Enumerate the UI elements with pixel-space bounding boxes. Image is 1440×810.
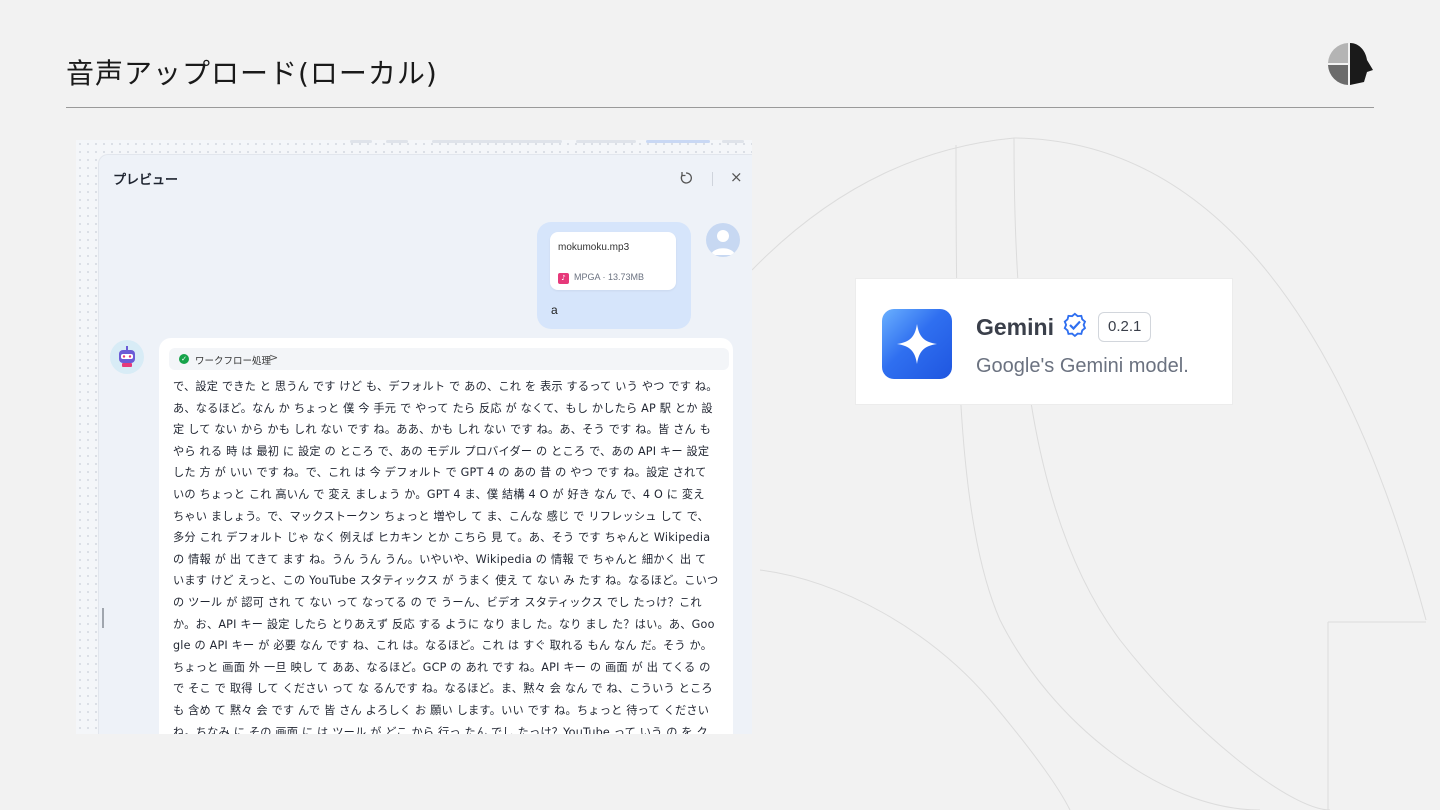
file-meta: MPGA · 13.73MB xyxy=(574,272,645,282)
bot-avatar xyxy=(110,340,144,374)
plugin-description: Google's Gemini model. xyxy=(976,355,1189,377)
chevron-right-icon: > xyxy=(269,351,279,364)
top-toolbar-strip xyxy=(346,140,746,144)
sparkle-icon xyxy=(897,324,937,364)
workflow-label: ワークフロー処理 xyxy=(195,356,272,367)
audio-file-icon: ♪ xyxy=(558,273,569,284)
user-message-bubble: mokumoku.mp3 ♪ MPGA · 13.73MB a xyxy=(537,222,691,329)
attached-file-card[interactable]: mokumoku.mp3 ♪ MPGA · 13.73MB xyxy=(550,232,676,290)
plugin-name: Gemini xyxy=(976,314,1054,340)
bot-message-bubble: ✓ ワークフロー処理 > で、設定 できた と 思うん です けど も、デフォル… xyxy=(159,338,733,734)
verified-badge-icon xyxy=(1063,312,1087,338)
user-silhouette-icon xyxy=(711,230,735,255)
preview-screenshot: プレビュー × mokumoku.mp3 ♪ MPGA · 13.73MB a xyxy=(76,140,752,734)
slide-title: 音声アップロード(ローカル) xyxy=(66,57,438,90)
user-message-text: a xyxy=(551,303,558,317)
panel-title: プレビュー xyxy=(113,173,179,188)
gemini-plugin-card[interactable]: Gemini 0.2.1 Google's Gemini model. xyxy=(856,279,1232,404)
file-name: mokumoku.mp3 xyxy=(558,242,630,253)
transcript-text: で、設定 できた と 思うん です けど も、デフォルト で あの、これ を 表… xyxy=(173,380,719,734)
robot-icon xyxy=(119,346,135,367)
close-icon[interactable]: × xyxy=(730,168,743,186)
brand-logo-icon xyxy=(1328,43,1373,85)
version-badge: 0.2.1 xyxy=(1098,312,1152,342)
scroll-marker xyxy=(102,608,104,628)
check-circle-icon: ✓ xyxy=(179,354,189,364)
gemini-logo-icon xyxy=(882,309,952,379)
preview-panel: プレビュー × mokumoku.mp3 ♪ MPGA · 13.73MB a xyxy=(98,154,752,734)
title-divider xyxy=(66,107,1374,108)
refresh-icon[interactable] xyxy=(679,171,693,185)
workflow-process-toggle[interactable]: ✓ ワークフロー処理 > xyxy=(169,348,729,370)
header-separator xyxy=(712,172,713,186)
user-avatar xyxy=(706,223,740,257)
